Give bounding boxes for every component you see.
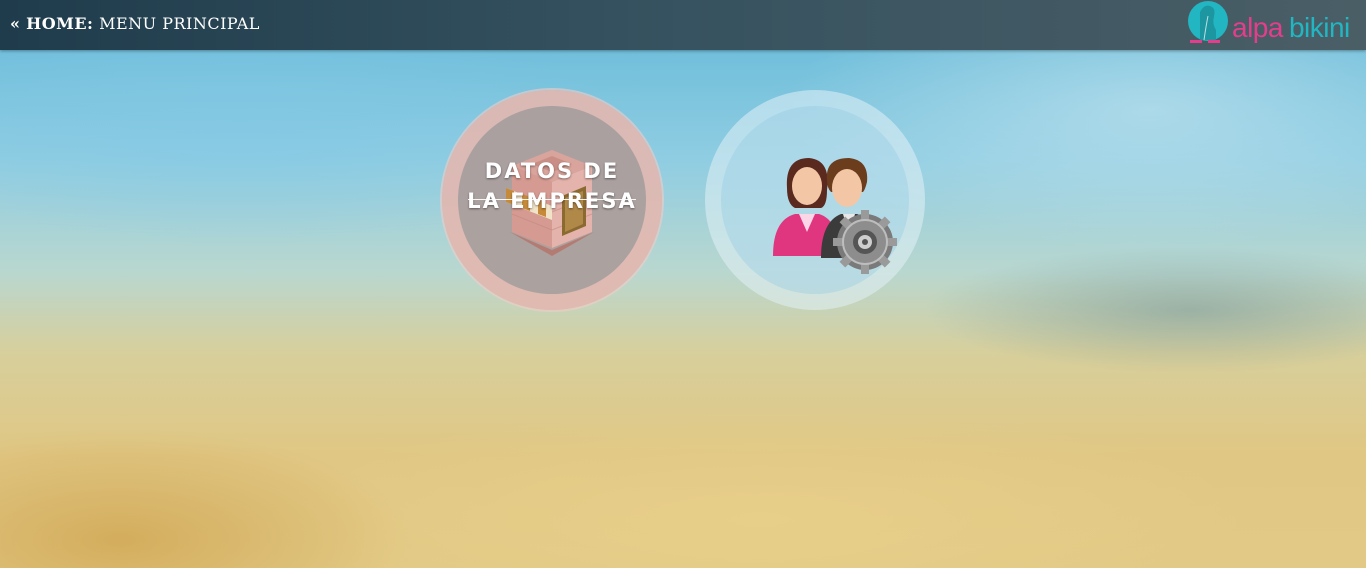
section-title: MENU PRINCIPAL (99, 14, 260, 33)
logo-word-1: alpa (1232, 12, 1283, 43)
home-breadcrumb-link[interactable]: « HOME: MENU PRINCIPAL (10, 14, 260, 33)
label-divider (468, 199, 636, 200)
tile-label-line-2: LA EMPRESA (467, 189, 637, 213)
home-label: HOME: (26, 14, 94, 33)
tile-label-line-1: DATOS DE (484, 159, 620, 183)
brand-logo: alpa bikini (1186, 0, 1360, 50)
tile-inner (721, 106, 909, 294)
users-gear-icon (773, 158, 897, 274)
tile-usuarios[interactable] (705, 90, 925, 310)
background (0, 0, 1366, 568)
logo-word-2: bikini (1288, 12, 1350, 43)
back-glyph: « (10, 14, 21, 33)
logo-mark-icon (1188, 1, 1228, 43)
top-bar: « HOME: MENU PRINCIPAL alpa bikini (0, 0, 1366, 50)
logo-text: alpa bikini (1232, 12, 1350, 44)
